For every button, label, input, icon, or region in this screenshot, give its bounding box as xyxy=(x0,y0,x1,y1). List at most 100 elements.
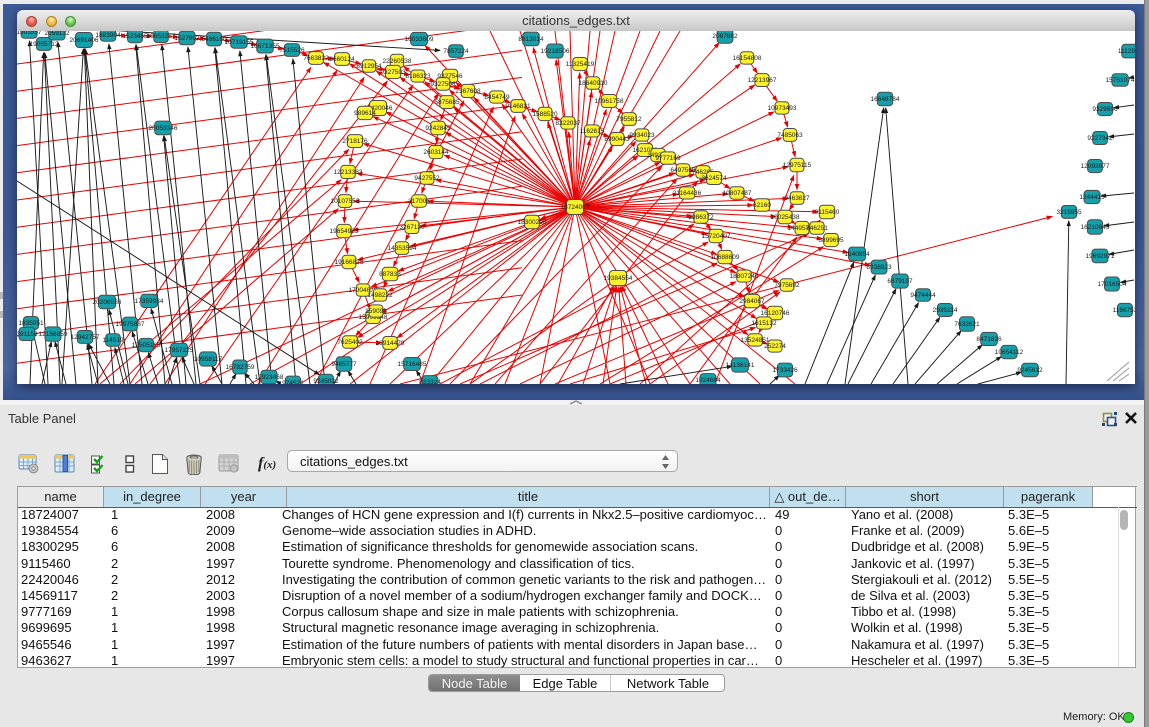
svg-text:8186323: 8186323 xyxy=(405,73,431,80)
svg-text:8660124: 8660124 xyxy=(329,56,355,63)
svg-text:7663822: 7663822 xyxy=(303,55,329,62)
svg-text:159093: 159093 xyxy=(365,308,387,315)
svg-text:8813014: 8813014 xyxy=(518,36,544,43)
svg-text:20053346: 20053346 xyxy=(149,125,178,132)
svg-text:10958117: 10958117 xyxy=(194,356,223,363)
svg-text:1162615: 1162615 xyxy=(580,128,605,135)
svg-text:9146821: 9146821 xyxy=(505,103,531,110)
svg-text:9242845: 9242845 xyxy=(425,125,451,132)
svg-text:989614: 989614 xyxy=(354,110,376,117)
svg-text:1615132: 1615132 xyxy=(751,320,777,327)
svg-text:62160: 62160 xyxy=(753,202,771,209)
svg-text:17957225: 17957225 xyxy=(165,347,194,354)
svg-text:1523465: 1523465 xyxy=(122,33,148,40)
svg-text:10653257: 10653257 xyxy=(147,33,176,40)
svg-text:14353594: 14353594 xyxy=(388,245,417,252)
svg-text:7955812: 7955812 xyxy=(616,116,642,123)
svg-text:7632621: 7632621 xyxy=(954,321,980,328)
svg-text:17016504: 17016504 xyxy=(1098,281,1127,288)
svg-text:6879197: 6879197 xyxy=(887,278,913,285)
svg-text:16120746: 16120746 xyxy=(761,310,790,317)
svg-text:9427552: 9427552 xyxy=(414,175,440,182)
svg-text:19654983: 19654983 xyxy=(330,228,359,235)
svg-text:12156859: 12156859 xyxy=(39,331,68,338)
svg-text:1733426: 1733426 xyxy=(772,367,798,374)
svg-text:14136141: 14136141 xyxy=(726,362,755,369)
svg-text:10807487: 10807487 xyxy=(723,190,752,197)
svg-text:15716485: 15716485 xyxy=(398,361,427,368)
svg-text:2935114: 2935114 xyxy=(933,307,958,314)
svg-text:6466160: 6466160 xyxy=(201,36,227,43)
svg-text:19055712: 19055712 xyxy=(30,41,59,48)
svg-text:317006: 317006 xyxy=(408,198,430,205)
svg-text:8454749: 8454749 xyxy=(484,94,510,101)
svg-text:1883904: 1883904 xyxy=(95,32,121,39)
svg-text:9245032: 9245032 xyxy=(313,378,339,384)
svg-text:887833: 887833 xyxy=(379,271,401,278)
svg-text:7857224: 7857224 xyxy=(443,48,469,55)
svg-text:1903557: 1903557 xyxy=(17,31,42,36)
svg-text:18640910: 18640910 xyxy=(579,80,608,87)
svg-text:8471626: 8471626 xyxy=(976,336,1002,343)
svg-text:6899695: 6899695 xyxy=(818,237,844,244)
svg-text:19975887: 19975887 xyxy=(116,321,145,328)
svg-text:12213967: 12213967 xyxy=(748,77,777,84)
svg-text:9485777: 9485777 xyxy=(331,361,357,368)
svg-text:10719155: 10719155 xyxy=(225,39,254,46)
svg-text:8912954: 8912954 xyxy=(356,63,382,70)
svg-text:16154808: 16154808 xyxy=(733,55,762,62)
svg-text:20206536: 20206536 xyxy=(93,299,122,306)
svg-text:12213383: 12213383 xyxy=(334,169,363,176)
svg-text:9327508: 9327508 xyxy=(430,81,456,88)
svg-text:16782759: 16782759 xyxy=(226,364,255,371)
svg-text:252274: 252274 xyxy=(764,343,786,350)
svg-text:19218506: 19218506 xyxy=(541,48,570,55)
svg-text:2718176: 2718176 xyxy=(342,138,368,145)
svg-text:9115460: 9115460 xyxy=(815,209,840,216)
svg-text:1112986: 1112986 xyxy=(1118,48,1135,55)
svg-text:7975692: 7975692 xyxy=(774,282,800,289)
svg-text:11325419: 11325419 xyxy=(566,61,595,68)
svg-text:1640954: 1640954 xyxy=(844,251,870,258)
svg-text:10688609: 10688609 xyxy=(711,254,740,261)
svg-text:3624574: 3624574 xyxy=(701,175,727,182)
svg-text:7625402: 7625402 xyxy=(337,339,363,346)
svg-text:1527602: 1527602 xyxy=(174,35,200,42)
svg-text:1498222: 1498222 xyxy=(367,292,393,299)
svg-text:8322037: 8322037 xyxy=(555,120,581,127)
svg-text:12975115: 12975115 xyxy=(783,162,812,169)
svg-text:9245612: 9245612 xyxy=(1017,367,1043,374)
svg-text:22260538: 22260538 xyxy=(383,58,412,65)
svg-text:7515526: 7515526 xyxy=(279,47,305,54)
svg-text:9463627: 9463627 xyxy=(784,195,810,202)
svg-text:16210643: 16210643 xyxy=(1081,224,1110,231)
svg-text:974521: 974521 xyxy=(282,380,304,384)
svg-text:114519: 114519 xyxy=(102,337,124,344)
svg-text:3215955: 3215955 xyxy=(1056,209,1082,216)
svg-text:16671355: 16671355 xyxy=(251,43,280,50)
svg-text:3267130: 3267130 xyxy=(399,224,425,231)
svg-text:12093877: 12093877 xyxy=(1081,163,1110,170)
svg-text:8938923: 8938923 xyxy=(866,264,892,271)
svg-text:9474444: 9474444 xyxy=(910,292,936,299)
svg-text:12505115: 12505115 xyxy=(132,342,161,349)
svg-text:7485063: 7485063 xyxy=(777,132,803,139)
svg-text:2087682: 2087682 xyxy=(712,33,738,40)
svg-text:5875685: 5875685 xyxy=(434,99,460,106)
svg-text:18724007: 18724007 xyxy=(561,204,590,211)
svg-text:10973493: 10973493 xyxy=(768,105,797,112)
svg-text:10654112: 10654112 xyxy=(995,349,1024,356)
svg-text:1588520: 1588520 xyxy=(532,111,558,118)
svg-text:2986372: 2986372 xyxy=(688,214,714,221)
svg-text:12942757: 12942757 xyxy=(71,334,100,341)
svg-text:17359934: 17359934 xyxy=(135,298,164,305)
svg-text:15720407: 15720407 xyxy=(702,233,731,240)
svg-text:1166753: 1166753 xyxy=(1113,307,1135,314)
svg-text:833324: 833324 xyxy=(419,379,441,384)
svg-text:2059132: 2059132 xyxy=(44,31,70,37)
svg-text:15751074: 15751074 xyxy=(1106,77,1135,84)
svg-text:10107553: 10107553 xyxy=(331,198,360,205)
svg-text:391159: 391159 xyxy=(17,331,38,338)
svg-text:9329906: 9329906 xyxy=(1092,106,1118,113)
svg-text:9327503: 9327503 xyxy=(380,69,406,76)
